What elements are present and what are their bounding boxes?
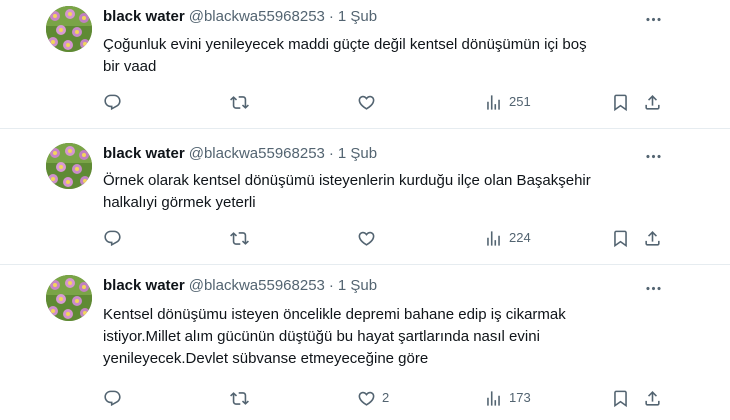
views-chart-icon xyxy=(484,93,503,112)
reply-button[interactable] xyxy=(103,92,128,112)
avatar[interactable] xyxy=(46,275,92,321)
author-handle[interactable]: @blackwa55968253 xyxy=(189,145,325,162)
tweet-text: Örnek olarak kentsel dönüşümü isteyenler… xyxy=(103,172,591,211)
bookmark-button[interactable] xyxy=(611,92,630,112)
separator: · xyxy=(328,277,334,294)
avatar-image xyxy=(46,6,92,52)
action-bar: 224 xyxy=(103,228,673,248)
separator: · xyxy=(328,8,334,25)
share-icon xyxy=(643,93,662,112)
separator: · xyxy=(328,145,334,162)
tweet-text: Kentsel dönüşümu isteyen öncelikle depre… xyxy=(103,306,566,367)
views-button[interactable]: 173 xyxy=(484,388,531,408)
heart-icon xyxy=(357,93,376,112)
like-button[interactable] xyxy=(357,228,382,248)
tweet-header: black water @blackwa55968253 · 1 Şub xyxy=(103,277,377,295)
reply-button[interactable] xyxy=(103,228,128,248)
action-bar: 2 173 xyxy=(103,388,673,408)
action-bar: 251 xyxy=(103,92,673,112)
avatar[interactable] xyxy=(46,6,92,52)
tweet[interactable]: black water @blackwa55968253 · 1 Şub Çoğunl… xyxy=(0,0,730,128)
views-button[interactable]: 251 xyxy=(484,92,531,112)
bookmark-button[interactable] xyxy=(611,228,630,248)
share-button[interactable] xyxy=(643,228,662,248)
tweet-header: black water @blackwa55968253 · 1 Şub xyxy=(103,8,377,26)
tweet-date[interactable]: 1 Şub xyxy=(338,8,377,25)
bookmark-icon xyxy=(611,229,630,248)
retweet-button[interactable] xyxy=(230,92,255,112)
author-handle[interactable]: @blackwa55968253 xyxy=(189,277,325,294)
like-button[interactable]: 2 xyxy=(357,388,389,408)
retweet-icon xyxy=(230,389,249,408)
retweet-icon xyxy=(230,229,249,248)
like-button[interactable] xyxy=(357,92,382,112)
more-options-button[interactable] xyxy=(642,279,664,297)
tweet-date[interactable]: 1 Şub xyxy=(338,277,377,294)
like-count: 2 xyxy=(382,390,390,405)
view-count: 224 xyxy=(509,230,531,245)
tweet-date[interactable]: 1 Şub xyxy=(338,145,377,162)
reply-icon xyxy=(103,93,122,112)
heart-icon xyxy=(357,229,376,248)
avatar-image xyxy=(46,143,92,189)
view-count: 251 xyxy=(509,94,531,109)
tweet-header: black water @blackwa55968253 · 1 Şub xyxy=(103,145,377,163)
views-chart-icon xyxy=(484,389,503,408)
reply-icon xyxy=(103,389,122,408)
tweet-text: Çoğunluk evini yenileyecek maddi güçte d… xyxy=(103,36,587,75)
author-handle[interactable]: @blackwa55968253 xyxy=(189,8,325,25)
view-count: 173 xyxy=(509,390,531,405)
share-icon xyxy=(643,229,662,248)
bookmark-button[interactable] xyxy=(611,388,630,408)
reply-button[interactable] xyxy=(103,388,128,408)
heart-icon xyxy=(357,389,376,408)
views-button[interactable]: 224 xyxy=(484,228,531,248)
bookmark-icon xyxy=(611,93,630,112)
tweet[interactable]: black water @blackwa55968253 · 1 Şub Kentse… xyxy=(0,264,730,420)
more-dots-icon xyxy=(644,147,663,166)
more-options-button[interactable] xyxy=(642,10,664,28)
tweet[interactable]: black water @blackwa55968253 · 1 Şub Örnek … xyxy=(0,128,730,264)
author-name[interactable]: black water xyxy=(103,8,185,25)
avatar[interactable] xyxy=(46,143,92,189)
more-dots-icon xyxy=(644,10,663,29)
retweet-button[interactable] xyxy=(230,388,255,408)
more-dots-icon xyxy=(644,279,663,298)
retweet-button[interactable] xyxy=(230,228,255,248)
share-icon xyxy=(643,389,662,408)
author-name[interactable]: black water xyxy=(103,145,185,162)
reply-icon xyxy=(103,229,122,248)
share-button[interactable] xyxy=(643,388,662,408)
retweet-icon xyxy=(230,93,249,112)
views-chart-icon xyxy=(484,229,503,248)
more-options-button[interactable] xyxy=(642,147,664,165)
avatar-image xyxy=(46,275,92,321)
bookmark-icon xyxy=(611,389,630,408)
share-button[interactable] xyxy=(643,92,662,112)
author-name[interactable]: black water xyxy=(103,277,185,294)
